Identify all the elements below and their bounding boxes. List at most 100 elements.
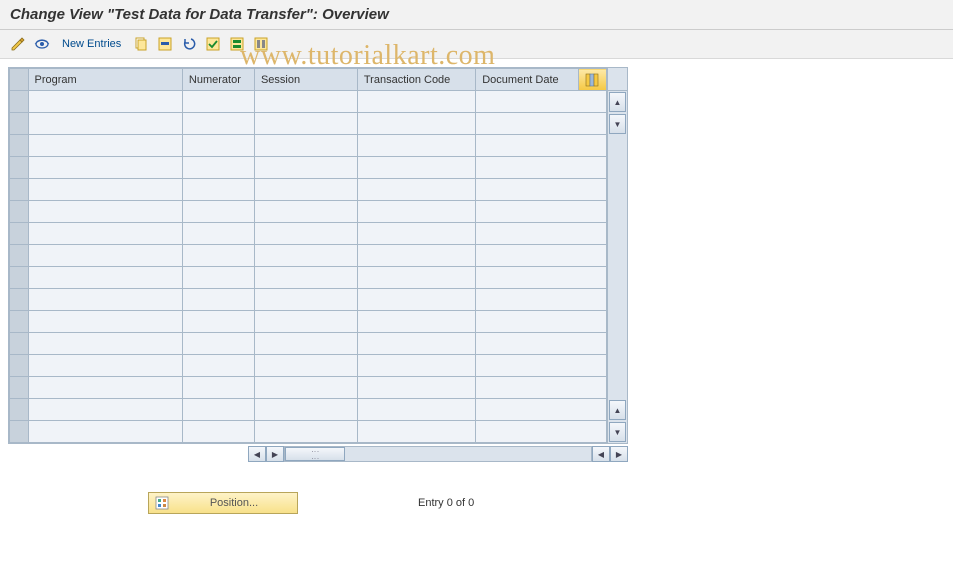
cell-numerator[interactable] [182,333,254,355]
cell-document-date[interactable] [476,135,607,157]
cell-session[interactable] [254,267,357,289]
cell-document-date[interactable] [476,421,607,443]
cell-document-date[interactable] [476,377,607,399]
cell-transaction-code[interactable] [357,311,475,333]
cell-program[interactable] [28,311,182,333]
row-selector[interactable] [10,223,29,245]
cell-session[interactable] [254,355,357,377]
cell-program[interactable] [28,135,182,157]
column-header-program[interactable]: Program [28,69,182,91]
cell-document-date[interactable] [476,157,607,179]
row-selector[interactable] [10,179,29,201]
cell-program[interactable] [28,267,182,289]
cell-numerator[interactable] [182,355,254,377]
column-header-numerator[interactable]: Numerator [182,69,254,91]
cell-program[interactable] [28,399,182,421]
cell-transaction-code[interactable] [357,157,475,179]
column-header-document-date[interactable]: Document Date [476,69,579,91]
cell-document-date[interactable] [476,267,607,289]
row-selector[interactable] [10,245,29,267]
row-selector[interactable] [10,201,29,223]
vertical-scroll-track[interactable] [608,135,627,399]
select-all-button[interactable] [203,34,223,54]
cell-transaction-code[interactable] [357,333,475,355]
scroll-up-button[interactable]: ▲ [609,92,626,112]
cell-program[interactable] [28,421,182,443]
cell-session[interactable] [254,421,357,443]
cell-session[interactable] [254,157,357,179]
horizontal-scroll-thumb[interactable] [285,447,345,461]
cell-transaction-code[interactable] [357,91,475,113]
cell-transaction-code[interactable] [357,113,475,135]
cell-numerator[interactable] [182,91,254,113]
cell-numerator[interactable] [182,179,254,201]
cell-program[interactable] [28,355,182,377]
row-selector[interactable] [10,421,29,443]
row-selector[interactable] [10,333,29,355]
cell-document-date[interactable] [476,245,607,267]
cell-session[interactable] [254,245,357,267]
horizontal-scroll-track[interactable] [284,446,592,462]
cell-program[interactable] [28,245,182,267]
cell-transaction-code[interactable] [357,399,475,421]
cell-program[interactable] [28,113,182,135]
cell-numerator[interactable] [182,157,254,179]
row-selector[interactable] [10,91,29,113]
change-display-toggle-button[interactable] [8,34,28,54]
cell-document-date[interactable] [476,399,607,421]
cell-document-date[interactable] [476,333,607,355]
row-selector[interactable] [10,135,29,157]
undo-button[interactable] [179,34,199,54]
cell-session[interactable] [254,135,357,157]
cell-session[interactable] [254,91,357,113]
cell-program[interactable] [28,223,182,245]
delete-button[interactable] [155,34,175,54]
cell-transaction-code[interactable] [357,377,475,399]
cell-document-date[interactable] [476,201,607,223]
row-selector[interactable] [10,311,29,333]
cell-session[interactable] [254,333,357,355]
cell-transaction-code[interactable] [357,289,475,311]
scroll-first-button[interactable]: ◀ [248,446,266,462]
cell-transaction-code[interactable] [357,135,475,157]
cell-document-date[interactable] [476,311,607,333]
row-selector-header[interactable] [10,69,29,91]
scroll-down-bottom-button[interactable]: ▼ [609,422,626,442]
scroll-up-bottom-button[interactable]: ▲ [609,400,626,420]
cell-numerator[interactable] [182,377,254,399]
cell-session[interactable] [254,179,357,201]
cell-transaction-code[interactable] [357,245,475,267]
cell-session[interactable] [254,113,357,135]
scroll-left-button[interactable]: ▶ [266,446,284,462]
cell-transaction-code[interactable] [357,421,475,443]
cell-numerator[interactable] [182,399,254,421]
cell-document-date[interactable] [476,179,607,201]
position-button[interactable]: Position... [148,492,298,514]
cell-numerator[interactable] [182,421,254,443]
copy-as-button[interactable] [131,34,151,54]
new-entries-button[interactable]: New Entries [56,36,127,52]
cell-document-date[interactable] [476,223,607,245]
scroll-right-button[interactable]: ◀ [592,446,610,462]
cell-numerator[interactable] [182,223,254,245]
cell-session[interactable] [254,377,357,399]
cell-program[interactable] [28,289,182,311]
cell-numerator[interactable] [182,135,254,157]
cell-numerator[interactable] [182,289,254,311]
table-settings-button[interactable] [579,69,607,91]
row-selector[interactable] [10,399,29,421]
row-selector[interactable] [10,289,29,311]
cell-program[interactable] [28,201,182,223]
cell-program[interactable] [28,377,182,399]
cell-document-date[interactable] [476,113,607,135]
cell-program[interactable] [28,91,182,113]
cell-transaction-code[interactable] [357,201,475,223]
scroll-last-button[interactable]: ▶ [610,446,628,462]
cell-transaction-code[interactable] [357,355,475,377]
cell-program[interactable] [28,179,182,201]
row-selector[interactable] [10,157,29,179]
cell-session[interactable] [254,399,357,421]
cell-session[interactable] [254,223,357,245]
row-selector[interactable] [10,113,29,135]
scroll-down-button[interactable]: ▼ [609,114,626,134]
